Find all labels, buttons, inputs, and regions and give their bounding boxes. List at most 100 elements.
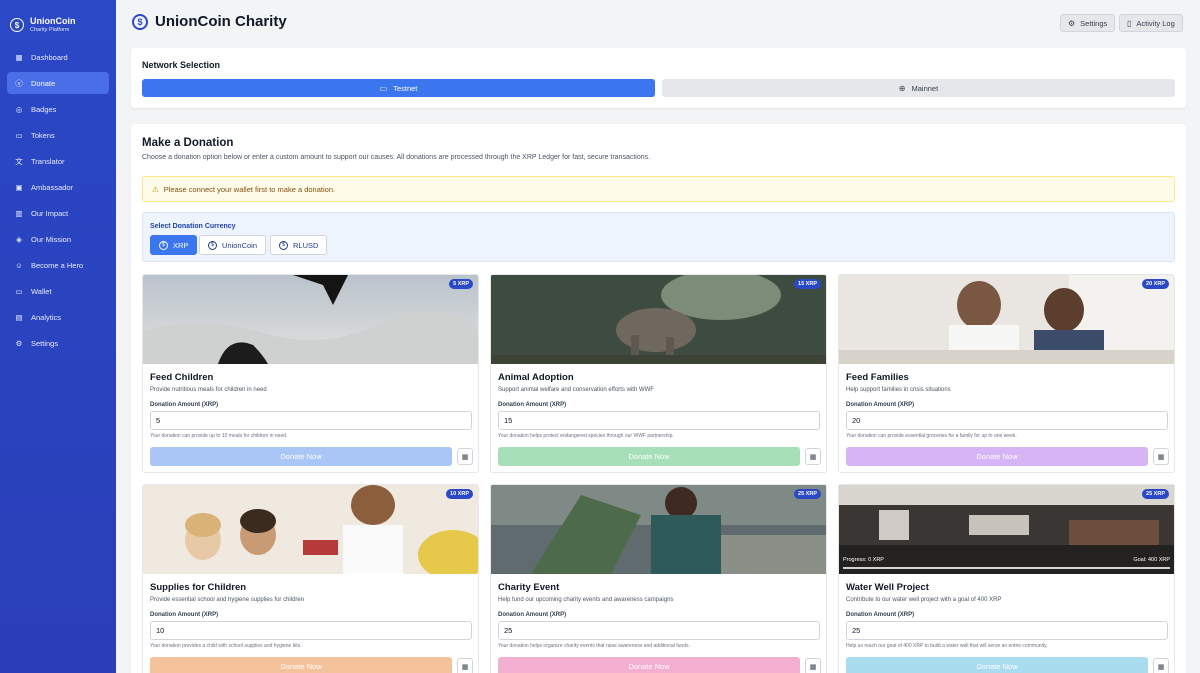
amount-input[interactable]: 25 [498, 621, 820, 640]
dollar-circle-icon: $ [279, 240, 288, 250]
settings-button[interactable]: ⚙ Settings [1060, 14, 1116, 32]
amount-input[interactable]: 15 [498, 411, 820, 430]
amount-input[interactable]: 20 [846, 411, 1168, 430]
network-title: Network Selection [142, 60, 221, 70]
sidebar-item-label: Ambassador [31, 182, 74, 192]
donate-title: Make a Donation [142, 137, 234, 149]
qr-code-icon[interactable]: ▦ [457, 658, 473, 673]
cause-title: Feed Families [846, 372, 909, 383]
price-badge: 10 XRP [446, 489, 473, 499]
currency-label-unioncoin: UnionCoin [222, 240, 258, 250]
gear-icon: ⚙ [1068, 18, 1076, 28]
amount-label: Donation Amount (XRP) [846, 402, 915, 408]
feed-families-image [839, 275, 1174, 364]
dollar-circle-icon: $ [159, 240, 168, 250]
sidebar-item-translator[interactable]: 文 Translator [7, 150, 109, 172]
cause-card-supplies-for-children: 10 XRP Supplies for Children Provide ess… [142, 484, 479, 673]
cause-card-feed-families: 20 XRP Feed Families Help support famili… [838, 274, 1175, 473]
cause-description: Help support families in crisis situatio… [846, 387, 951, 393]
gear-icon: ⚙ [15, 338, 23, 348]
donate-now-button[interactable]: Donate Now [846, 447, 1148, 466]
currency-unioncoin-button[interactable]: $ UnionCoin [199, 235, 267, 255]
donate-now-button[interactable]: Donate Now [150, 447, 452, 466]
brand[interactable]: $ UnionCoin Charity Platform [0, 0, 116, 40]
amount-input[interactable]: 5 [150, 411, 472, 430]
ambassador-icon: ▣ [15, 182, 23, 192]
cause-description: Contribute to our water well project wit… [846, 597, 1002, 603]
sidebar-item-tokens[interactable]: ▭ Tokens [7, 124, 109, 146]
analytics-icon: ▤ [15, 312, 23, 322]
sidebar-item-become-a-hero[interactable]: ☺ Become a Hero [7, 254, 109, 276]
cause-description: Provide nutritious meals for children in… [150, 387, 267, 393]
cause-description: Support animal welfare and conservation … [498, 387, 654, 393]
warning-icon: ⚠ [152, 184, 159, 194]
donate-now-button[interactable]: Donate Now [498, 657, 800, 673]
qr-code-icon[interactable]: ▦ [805, 448, 821, 465]
cause-card-water-well-project: 25 XRP Progress: 0 XRP Goal: 400 XRP Wat… [838, 484, 1175, 673]
water-well-image [839, 485, 1174, 574]
amount-label: Donation Amount (XRP) [498, 612, 567, 618]
dollar-circle-icon: $ [208, 240, 217, 250]
sidebar-item-our-mission[interactable]: ◈ Our Mission [7, 228, 109, 250]
sidebar-item-label: Badges [31, 104, 57, 114]
sidebar-item-our-impact[interactable]: ▥ Our Impact [7, 202, 109, 224]
sidebar-item-ambassador[interactable]: ▣ Ambassador [7, 176, 109, 198]
tokens-icon: ▭ [15, 130, 23, 140]
mainnet-label: Mainnet [911, 83, 939, 93]
activity-log-label: Activity Log [1136, 18, 1175, 28]
charity-event-image [491, 485, 826, 574]
qr-code-icon[interactable]: ▦ [457, 448, 473, 465]
sidebar-item-label: Donate [31, 78, 56, 88]
clipboard-icon: ▯ [1127, 18, 1132, 28]
sidebar-item-dashboard[interactable]: ▦ Dashboard [7, 46, 109, 68]
cause-title: Feed Children [150, 372, 214, 383]
network-selection-card: Network Selection ▭ Testnet ⊕ Mainnet [131, 48, 1186, 108]
sidebar-item-analytics[interactable]: ▤ Analytics [7, 306, 109, 328]
amount-input[interactable]: 10 [150, 621, 472, 640]
testnet-button[interactable]: ▭ Testnet [142, 79, 655, 97]
animal-adoption-image [491, 275, 826, 364]
donate-now-button[interactable]: Donate Now [846, 657, 1148, 673]
amount-note: Your donation helps organize charity eve… [498, 643, 690, 649]
cause-card-feed-children: 5 XRP Feed Children Provide nutritious m… [142, 274, 479, 473]
amount-note: Your donation helps protect endangered s… [498, 433, 674, 439]
dollar-logo-icon: $ [10, 18, 24, 32]
qr-code-icon[interactable]: ▦ [1153, 448, 1169, 465]
qr-code-icon[interactable]: ▦ [1153, 658, 1169, 673]
currency-xrp-button[interactable]: $ XRP [150, 235, 198, 255]
make-donation-card: Make a Donation Choose a donation option… [131, 124, 1186, 673]
sidebar-item-badges[interactable]: ◎ Badges [7, 98, 109, 120]
supplies-image [143, 485, 478, 574]
sidebar-item-settings[interactable]: ⚙ Settings [7, 332, 109, 354]
feed-children-image [143, 275, 478, 364]
sidebar-item-donate[interactable]: ⓢ Donate [7, 72, 109, 94]
cause-title: Charity Event [498, 582, 560, 593]
cause-description: Provide essential school and hygiene sup… [150, 597, 305, 603]
cause-card-charity-event: 25 XRP Charity Event Help fund our upcom… [490, 484, 827, 673]
amount-input[interactable]: 25 [846, 621, 1168, 640]
activity-log-button[interactable]: ▯ Activity Log [1119, 14, 1183, 32]
progress-bar [843, 567, 1170, 569]
qr-code-icon[interactable]: ▦ [805, 658, 821, 673]
sidebar-item-wallet[interactable]: ▭ Wallet [7, 280, 109, 302]
price-badge: 20 XRP [1142, 279, 1169, 289]
wallet-icon: ▭ [15, 286, 23, 296]
donate-now-button[interactable]: Donate Now [150, 657, 452, 673]
globe-icon: ⊕ [898, 83, 906, 93]
price-badge: 15 XRP [794, 279, 821, 289]
amount-label: Donation Amount (XRP) [150, 402, 219, 408]
amount-note: Your donation can provide essential groc… [846, 433, 1017, 439]
amount-label: Donation Amount (XRP) [846, 612, 915, 618]
chart-icon: ▥ [15, 208, 23, 218]
currency-rlusd-button[interactable]: $ RLUSD [270, 235, 328, 255]
cause-card-animal-adoption: 15 XRP Animal Adoption Support animal we… [490, 274, 827, 473]
sidebar-item-label: Dashboard [31, 52, 68, 62]
amount-note: Your donation can provide up to 10 meals… [150, 433, 288, 439]
currency-label: Select Donation Currency [150, 223, 236, 230]
settings-button-label: Settings [1080, 18, 1108, 28]
monitor-icon: ▭ [379, 83, 388, 93]
donate-now-button[interactable]: Donate Now [498, 447, 800, 466]
mainnet-button[interactable]: ⊕ Mainnet [662, 79, 1175, 97]
amount-label: Donation Amount (XRP) [150, 612, 219, 618]
hero-icon: ☺ [15, 260, 23, 270]
